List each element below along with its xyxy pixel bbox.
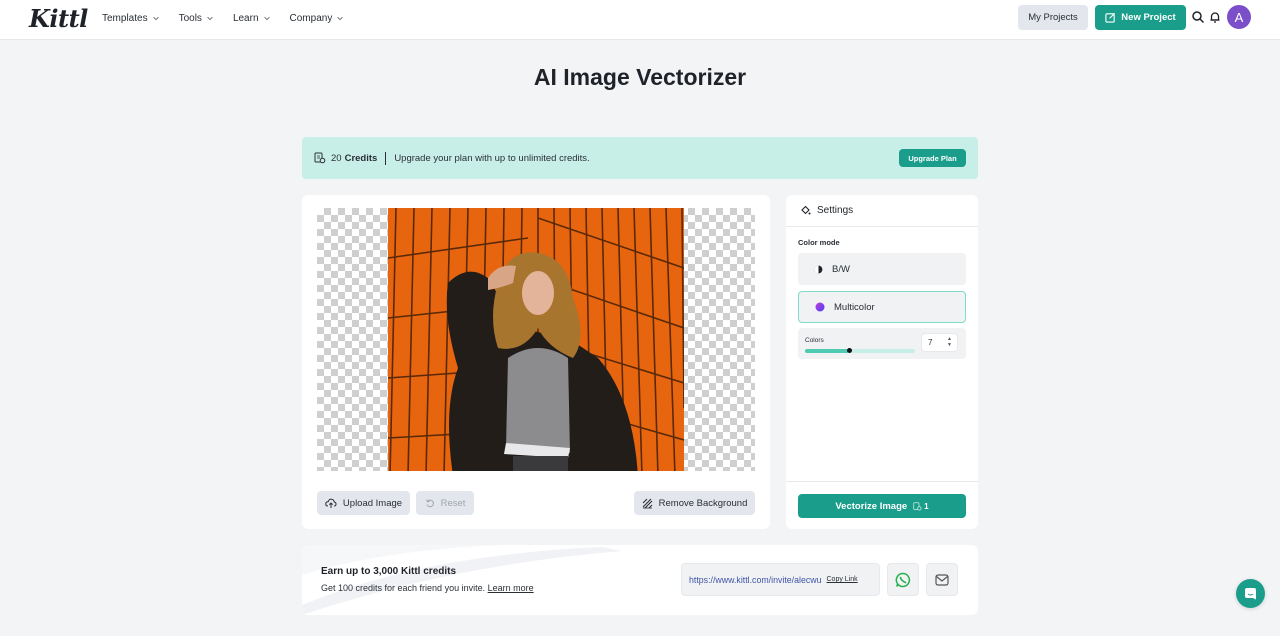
nav-company[interactable]: Company [290, 13, 345, 24]
divider [786, 481, 978, 482]
divider [385, 151, 387, 165]
nav-templates[interactable]: Templates [102, 13, 160, 24]
number-stepper[interactable]: ▲ ▼ [947, 336, 952, 348]
settings-header: Settings [786, 195, 978, 227]
support-chat-button[interactable] [1236, 579, 1265, 608]
referral-subtitle-text: Get 100 credits for each friend you invi… [321, 583, 486, 593]
vectorize-image-button[interactable]: Vectorize Image 1 [798, 494, 966, 518]
upload-image-label: Upload Image [342, 497, 403, 509]
colors-slider[interactable] [805, 348, 915, 353]
colors-label: Colors [805, 337, 824, 344]
credit-cost: 1 [913, 501, 929, 511]
half-circle-contrast-icon [814, 264, 823, 274]
invite-link-field[interactable]: https://www.kittl.com/invite/alecwu Copy… [681, 563, 880, 596]
gradient-circle-icon [815, 302, 825, 312]
bell-icon[interactable] [1208, 10, 1222, 24]
credit-cost-value: 1 [924, 501, 929, 511]
mail-icon [935, 573, 949, 586]
settings-title: Settings [817, 205, 854, 216]
referral-subtitle: Get 100 credits for each friend you invi… [321, 583, 534, 593]
search-icon[interactable] [1191, 10, 1205, 24]
learn-more-link[interactable]: Learn more [488, 583, 534, 593]
colors-slider-fill [805, 349, 849, 353]
reset-button[interactable]: Reset [416, 491, 474, 515]
nav-learn-label: Learn [232, 12, 259, 24]
remove-background-button[interactable]: Remove Background [634, 491, 755, 515]
hatch-pattern-icon [642, 498, 653, 508]
chevron-down-icon [263, 16, 270, 21]
reset-label: Reset [440, 497, 466, 509]
whatsapp-icon [895, 572, 911, 587]
edit-square-icon [1105, 12, 1116, 23]
stepper-down-icon[interactable]: ▼ [947, 342, 952, 348]
top-header: Kittl Templates Tools Learn Company My P… [0, 0, 1280, 40]
decorative-swoosh [302, 545, 622, 615]
new-project-button[interactable]: New Project [1095, 5, 1186, 30]
kittl-logo[interactable]: Kittl [29, 4, 88, 33]
uploaded-photo [388, 208, 684, 471]
page-title: AI Image Vectorizer [533, 64, 747, 90]
credits-label: Credits [344, 152, 378, 164]
user-avatar[interactable]: A [1227, 5, 1251, 29]
credits-count: 20 [331, 152, 342, 164]
referral-title: Earn up to 3,000 Kittl credits [321, 566, 457, 577]
colors-number-input[interactable]: 7 ▲ ▼ [921, 333, 958, 352]
colors-setting: Colors 7 ▲ ▼ [798, 328, 966, 359]
upload-image-button[interactable]: Upload Image [317, 491, 410, 515]
vectorize-label: Vectorize Image [835, 500, 908, 512]
color-mode-multicolor-label: Multicolor [834, 301, 875, 313]
image-canvas[interactable] [317, 208, 755, 471]
color-mode-label: Color mode [798, 238, 840, 247]
credits-banner: 20 Credits Upgrade your plan with up to … [302, 137, 978, 179]
color-mode-bw-label: B/W [832, 263, 850, 275]
nav-tools[interactable]: Tools [179, 13, 214, 24]
cloud-upload-icon [325, 498, 337, 508]
nav-tools-label: Tools [178, 12, 202, 24]
chat-icon [1245, 588, 1256, 600]
upgrade-plan-button[interactable]: Upgrade Plan [899, 149, 966, 167]
colors-value: 7 [928, 338, 933, 347]
color-mode-multicolor[interactable]: Multicolor [798, 291, 966, 323]
main-nav: Templates Tools Learn Company [102, 0, 344, 36]
nav-templates-label: Templates [102, 12, 148, 24]
chevron-down-icon [337, 16, 344, 21]
chevron-down-icon [152, 16, 159, 21]
my-projects-button[interactable]: My Projects [1018, 5, 1088, 30]
image-panel: Upload Image Reset Remove Background [302, 195, 770, 529]
invite-url[interactable]: https://www.kittl.com/invite/alecwu [689, 575, 822, 585]
chevron-down-icon [207, 16, 213, 21]
share-email-button[interactable] [926, 563, 958, 596]
paint-bucket-icon [801, 205, 811, 215]
credits-icon [314, 152, 326, 164]
new-project-label: New Project [1121, 12, 1176, 23]
undo-icon [425, 499, 434, 508]
share-whatsapp-button[interactable] [887, 563, 919, 596]
copy-link-button[interactable]: Copy Link [827, 576, 858, 583]
settings-panel: Settings Color mode B/W Multicolor Color… [786, 195, 978, 529]
color-mode-bw[interactable]: B/W [798, 253, 966, 285]
nav-learn[interactable]: Learn [233, 13, 271, 24]
nav-company-label: Company [289, 12, 333, 24]
credits-icon [913, 501, 922, 510]
referral-card: Earn up to 3,000 Kittl credits Get 100 c… [302, 545, 978, 615]
credits-message: Upgrade your plan with up to unlimited c… [394, 152, 590, 164]
colors-slider-thumb[interactable] [846, 348, 852, 353]
remove-background-label: Remove Background [658, 497, 748, 509]
